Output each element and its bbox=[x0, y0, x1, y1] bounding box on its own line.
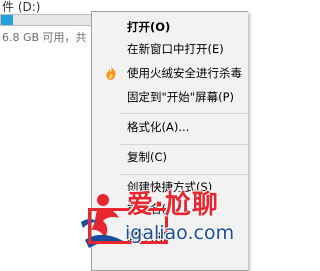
menu-item-label: 复制(C) bbox=[127, 150, 168, 164]
menu-item-open[interactable]: 打开(O) bbox=[92, 16, 248, 38]
menu-item-properties[interactable]: 属性(R) bbox=[92, 226, 248, 248]
menu-separator bbox=[120, 174, 248, 175]
context-menu: 打开(O) 在新窗口中打开(E) 使用火绒安全进行杀毒 固定到"开始"屏幕(P)… bbox=[91, 11, 248, 271]
menu-item-label: 使用火绒安全进行杀毒 bbox=[127, 66, 242, 80]
menu-item-label: 在新窗口中打开(E) bbox=[127, 42, 224, 56]
menu-item-label: 固定到"开始"屏幕(P) bbox=[127, 90, 234, 104]
menu-item-label: 创建快捷方式(S) bbox=[127, 180, 213, 194]
menu-item-copy[interactable]: 复制(C) bbox=[92, 146, 248, 168]
menu-item-format[interactable]: 格式化(A)... bbox=[92, 116, 248, 138]
menu-item-label: 重命名(M) bbox=[127, 202, 181, 216]
drive-name: 件 (D:) bbox=[2, 0, 41, 14]
drive-free-space: 6.8 GB 可用，共 bbox=[2, 31, 87, 44]
menu-item-rename[interactable]: 重命名(M) bbox=[92, 198, 248, 220]
menu-item-label: 格式化(A)... bbox=[127, 120, 190, 134]
menu-item-create-shortcut[interactable]: 创建快捷方式(S) bbox=[92, 176, 248, 198]
huorong-flame-icon bbox=[103, 65, 119, 81]
menu-item-huorong-scan[interactable]: 使用火绒安全进行杀毒 bbox=[92, 62, 248, 84]
menu-item-pin-to-start[interactable]: 固定到"开始"屏幕(P) bbox=[92, 86, 248, 108]
menu-separator bbox=[120, 113, 248, 114]
drive-usage-fill bbox=[1, 15, 14, 25]
menu-item-label: 打开(O) bbox=[127, 20, 171, 34]
menu-item-label: 属性(R) bbox=[127, 230, 167, 244]
menu-separator bbox=[120, 144, 248, 145]
menu-item-open-new-window[interactable]: 在新窗口中打开(E) bbox=[92, 38, 248, 60]
